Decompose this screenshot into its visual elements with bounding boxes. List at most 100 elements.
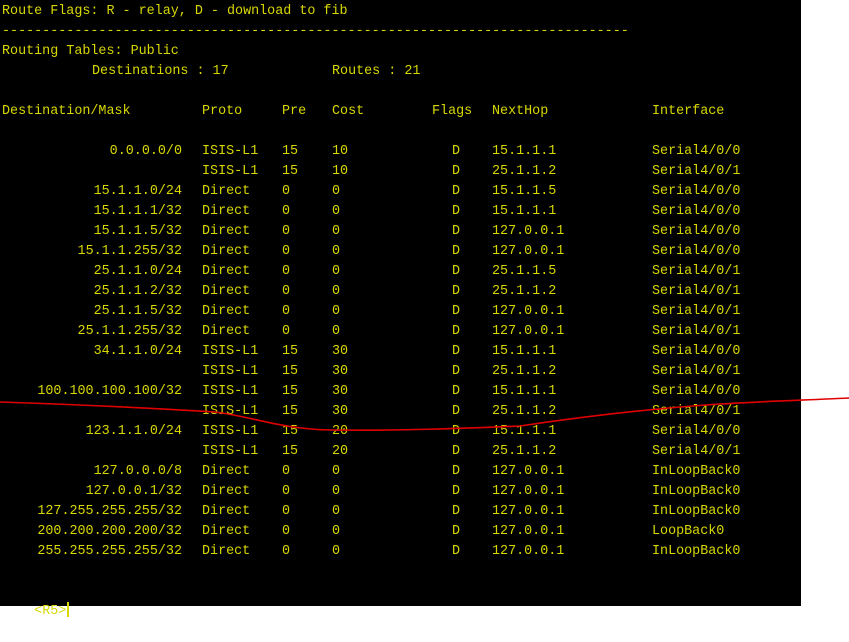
interface-cell: Serial4/0/0 <box>652 184 741 199</box>
route-row: ISIS-L1 15 30 D 25.1.1.2 Serial4/0/1 <box>2 362 797 382</box>
pre-cell: 15 <box>282 424 299 439</box>
cost-cell: 0 <box>332 524 341 539</box>
flags-cell: D <box>452 504 461 519</box>
destination-cell: 25.1.1.2/32 <box>93 284 182 299</box>
route-row: 15.1.1.0/24 Direct 0 0 D 15.1.1.5 Serial4/0/0 <box>2 182 797 202</box>
proto-cell: ISIS-L1 <box>202 444 259 459</box>
route-row: 25.1.1.0/24 Direct 0 0 D 25.1.1.5 Serial4/0/1 <box>2 262 797 282</box>
pre-cell: 0 <box>282 244 291 259</box>
proto-cell: ISIS-L1 <box>202 424 259 439</box>
interface-cell: Serial4/0/1 <box>652 364 741 379</box>
destination-cell: 15.1.1.255/32 <box>77 244 182 259</box>
proto-cell: ISIS-L1 <box>202 144 259 159</box>
interface-cell: InLoopBack0 <box>652 484 741 499</box>
nexthop-cell: 15.1.1.1 <box>492 344 557 359</box>
proto-cell: Direct <box>202 284 251 299</box>
interface-cell: Serial4/0/0 <box>652 144 741 159</box>
cost-cell: 20 <box>332 444 349 459</box>
proto-cell: ISIS-L1 <box>202 364 259 379</box>
nexthop-cell: 127.0.0.1 <box>492 464 565 479</box>
route-row: 127.255.255.255/32 Direct 0 0 D 127.0.0.1 InLo… <box>2 502 797 522</box>
destination-cell: 25.1.1.0/24 <box>93 264 182 279</box>
pre-cell: 15 <box>282 164 299 179</box>
proto-cell: Direct <box>202 464 251 479</box>
cost-cell: 10 <box>332 144 349 159</box>
flags-cell: D <box>452 264 461 279</box>
flags-cell: D <box>452 324 461 339</box>
proto-cell: Direct <box>202 544 251 559</box>
flags-cell: D <box>452 344 461 359</box>
cost-cell: 0 <box>332 244 341 259</box>
command-prompt[interactable]: <R5> <box>2 582 70 619</box>
separator-line: ----------------------------------------… <box>2 24 629 39</box>
route-row: 25.1.1.5/32 Direct 0 0 D 127.0.0.1 Serial4/0/1 <box>2 302 797 322</box>
flags-cell: D <box>452 244 461 259</box>
cost-cell: 0 <box>332 284 341 299</box>
cost-cell: 30 <box>332 344 349 359</box>
nexthop-cell: 15.1.1.5 <box>492 184 557 199</box>
column-header-proto: Proto <box>202 104 243 119</box>
proto-cell: Direct <box>202 304 251 319</box>
routing-table-title: Routing Tables: Public <box>2 44 179 59</box>
pre-cell: 0 <box>282 504 291 519</box>
flags-cell: D <box>452 384 461 399</box>
interface-cell: Serial4/0/1 <box>652 304 741 319</box>
destination-cell: 255.255.255.255/32 <box>37 544 182 559</box>
cost-cell: 20 <box>332 424 349 439</box>
nexthop-cell: 127.0.0.1 <box>492 324 565 339</box>
proto-cell: Direct <box>202 524 251 539</box>
cost-cell: 30 <box>332 384 349 399</box>
nexthop-cell: 127.0.0.1 <box>492 224 565 239</box>
flags-cell: D <box>452 224 461 239</box>
route-row: 100.100.100.100/32 ISIS-L1 15 30 D 15.1.1.1 Se… <box>2 382 797 402</box>
destination-cell: 25.1.1.5/32 <box>93 304 182 319</box>
column-header-interface: Interface <box>652 104 725 119</box>
route-row: 15.1.1.255/32 Direct 0 0 D 127.0.0.1 Serial4/0… <box>2 242 797 262</box>
interface-cell: Serial4/0/0 <box>652 244 741 259</box>
cost-cell: 0 <box>332 464 341 479</box>
interface-cell: Serial4/0/1 <box>652 404 741 419</box>
route-row: 255.255.255.255/32 Direct 0 0 D 127.0.0.1 InLo… <box>2 542 797 562</box>
terminal-window[interactable]: Route Flags: R - relay, D - download to … <box>0 0 801 619</box>
interface-cell: Serial4/0/0 <box>652 424 741 439</box>
pre-cell: 0 <box>282 524 291 539</box>
pre-cell: 0 <box>282 484 291 499</box>
destinations-count: Destinations : 17 <box>92 64 229 79</box>
pre-cell: 0 <box>282 304 291 319</box>
flags-cell: D <box>452 304 461 319</box>
interface-cell: Serial4/0/0 <box>652 384 741 399</box>
destination-cell: 0.0.0.0/0 <box>109 144 182 159</box>
route-row: 200.200.200.200/32 Direct 0 0 D 127.0.0.1 Loop… <box>2 522 797 542</box>
proto-cell: ISIS-L1 <box>202 344 259 359</box>
nexthop-cell: 15.1.1.1 <box>492 384 557 399</box>
pre-cell: 0 <box>282 264 291 279</box>
nexthop-cell: 25.1.1.2 <box>492 404 557 419</box>
cost-cell: 10 <box>332 164 349 179</box>
cost-cell: 0 <box>332 504 341 519</box>
interface-cell: Serial4/0/0 <box>652 204 741 219</box>
destination-cell: 15.1.1.1/32 <box>93 204 182 219</box>
destination-cell: 127.0.0.1/32 <box>85 484 182 499</box>
pre-cell: 15 <box>282 384 299 399</box>
nexthop-cell: 15.1.1.1 <box>492 204 557 219</box>
flags-cell: D <box>452 164 461 179</box>
route-row: 0.0.0.0/0 ISIS-L1 15 10 D 15.1.1.1 Serial4/0/0 <box>2 142 797 162</box>
proto-cell: Direct <box>202 224 251 239</box>
proto-cell: Direct <box>202 184 251 199</box>
interface-cell: LoopBack0 <box>652 524 725 539</box>
flags-cell: D <box>452 184 461 199</box>
destination-cell: 123.1.1.0/24 <box>85 424 182 439</box>
interface-cell: Serial4/0/1 <box>652 284 741 299</box>
nexthop-cell: 25.1.1.2 <box>492 284 557 299</box>
cost-cell: 0 <box>332 204 341 219</box>
pre-cell: 0 <box>282 464 291 479</box>
nexthop-cell: 127.0.0.1 <box>492 504 565 519</box>
nexthop-cell: 25.1.1.2 <box>492 164 557 179</box>
proto-cell: Direct <box>202 204 251 219</box>
nexthop-cell: 25.1.1.2 <box>492 444 557 459</box>
interface-cell: Serial4/0/0 <box>652 344 741 359</box>
proto-cell: ISIS-L1 <box>202 404 259 419</box>
interface-cell: Serial4/0/0 <box>652 224 741 239</box>
destination-cell: 127.255.255.255/32 <box>37 504 182 519</box>
cost-cell: 30 <box>332 364 349 379</box>
